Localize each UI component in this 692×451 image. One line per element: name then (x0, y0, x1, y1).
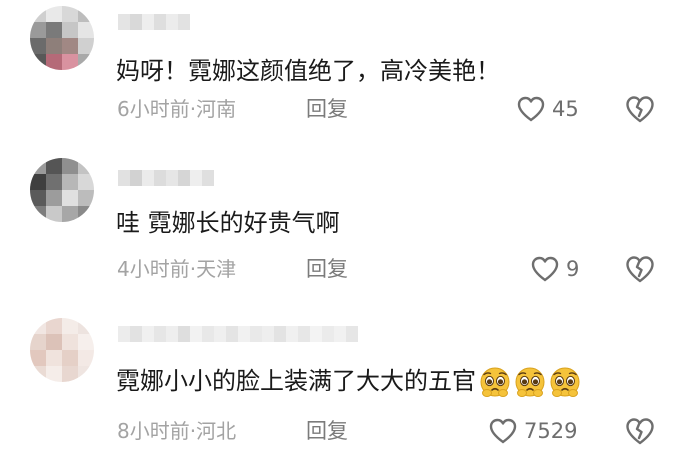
comment-meta: 4小时前·天津 (117, 256, 236, 282)
like-button[interactable]: 45 (516, 94, 579, 124)
like-count: 7529 (524, 419, 578, 443)
comment-text: 哇 霓娜长的好贵气啊 (116, 209, 340, 237)
comment-time: 4小时前 (117, 257, 190, 281)
comment-time: 8小时前 (117, 419, 190, 443)
comment-time: 6小时前 (117, 97, 190, 121)
username-blurred[interactable] (118, 170, 214, 186)
comment-location: 河北 (196, 419, 237, 443)
comment-feed: 妈呀！霓娜这颜值绝了，高冷美艳！ 6小时前·河南 回复 45 哇 霓娜长的好贵气… (0, 0, 692, 451)
broken-heart-icon (624, 416, 656, 446)
heart-outline-icon (530, 255, 560, 283)
reply-button[interactable]: 回复 (306, 256, 348, 282)
avatar[interactable] (30, 6, 94, 70)
pleading-face-emoji (549, 366, 581, 398)
comment-item: 妈呀！霓娜这颜值绝了，高冷美艳！ 6小时前·河南 回复 45 (0, 0, 692, 140)
comment-meta: 6小时前·河南 (117, 96, 236, 122)
comment-location: 河南 (196, 97, 237, 121)
username-blurred[interactable] (118, 326, 358, 342)
like-button[interactable]: 9 (530, 254, 579, 284)
dislike-button[interactable] (624, 254, 656, 284)
like-count: 45 (552, 97, 579, 121)
heart-outline-icon (488, 417, 518, 445)
comment-location: 天津 (196, 257, 237, 281)
avatar[interactable] (30, 158, 94, 222)
comment-text-body: 霓娜小小的脸上装满了大大的五官 (116, 367, 476, 395)
like-count: 9 (566, 257, 580, 281)
broken-heart-icon (624, 254, 656, 284)
comment-item: 哇 霓娜长的好贵气啊 4小时前·天津 回复 9 (0, 150, 692, 295)
reply-button[interactable]: 回复 (306, 96, 348, 122)
avatar[interactable] (30, 318, 94, 382)
dislike-button[interactable] (624, 94, 656, 124)
comment-item: 霓娜小小的脸上装满了大大的五官 8小时前·河北 回复 7529 (0, 306, 692, 451)
broken-heart-icon (624, 94, 656, 124)
comment-meta: 8小时前·河北 (117, 418, 236, 444)
username-blurred[interactable] (118, 14, 190, 30)
reply-button[interactable]: 回复 (306, 418, 348, 444)
dislike-button[interactable] (624, 416, 656, 446)
comment-text: 妈呀！霓娜这颜值绝了，高冷美艳！ (116, 57, 500, 85)
pleading-face-emoji (514, 366, 546, 398)
comment-text: 霓娜小小的脸上装满了大大的五官 (116, 366, 581, 398)
like-button[interactable]: 7529 (488, 416, 577, 446)
heart-outline-icon (516, 95, 546, 123)
pleading-face-emoji (479, 366, 511, 398)
